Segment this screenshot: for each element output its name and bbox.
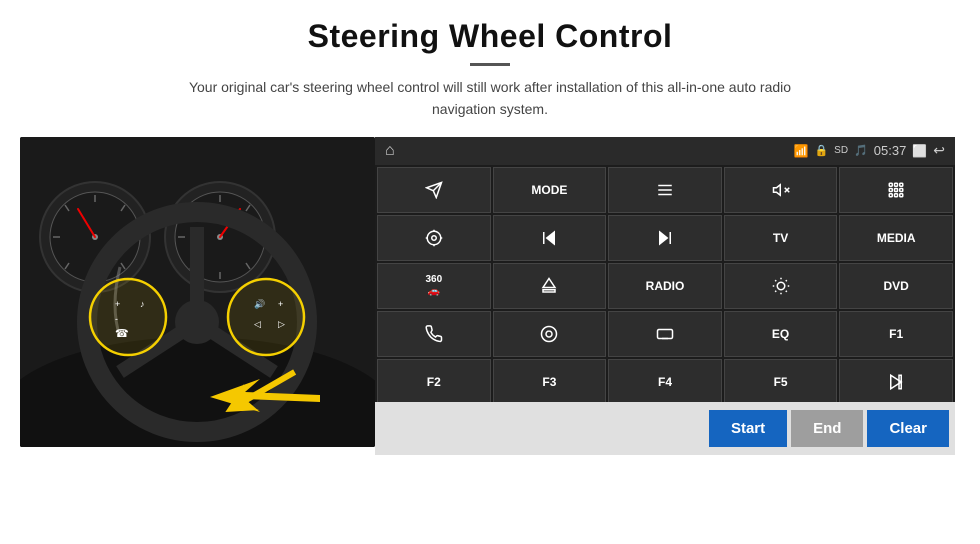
bt-icon: 🎵 (854, 144, 868, 157)
btn-brightness[interactable] (724, 263, 838, 309)
bottom-action-bar: Start End Clear (375, 402, 955, 455)
wifi-icon: 📶 (794, 144, 809, 158)
btn-tv[interactable]: TV (724, 215, 838, 261)
btn-eject[interactable] (493, 263, 607, 309)
btn-mode[interactable]: MODE (493, 167, 607, 213)
btn-f2[interactable]: F2 (377, 359, 491, 405)
content-area: + ♪ - ☎ 🔊 + ◁ ▷ ⌂ 📶 🔒 SD 🎵 05:3 (0, 137, 980, 455)
svg-text:▷: ▷ (278, 319, 285, 329)
btn-media[interactable]: MEDIA (839, 215, 953, 261)
subtitle: Your original car's steering wheel contr… (170, 76, 810, 121)
svg-text:◁: ◁ (254, 319, 261, 329)
svg-text:🔊: 🔊 (254, 298, 265, 310)
svg-text:♪: ♪ (140, 299, 145, 309)
btn-settings[interactable] (377, 215, 491, 261)
lock-icon: 🔒 (814, 144, 828, 157)
btn-eq[interactable]: EQ (724, 311, 838, 357)
sd-icon: SD (834, 145, 848, 156)
end-button[interactable]: End (791, 410, 863, 447)
btn-f3[interactable]: F3 (493, 359, 607, 405)
btn-radio[interactable]: RADIO (608, 263, 722, 309)
svg-text:+: + (115, 299, 120, 309)
btn-f4[interactable]: F4 (608, 359, 722, 405)
btn-list[interactable] (608, 167, 722, 213)
btn-f1[interactable]: F1 (839, 311, 953, 357)
btn-screen[interactable] (608, 311, 722, 357)
btn-next[interactable] (608, 215, 722, 261)
back-icon[interactable]: ↩ (933, 142, 945, 159)
btn-send[interactable] (377, 167, 491, 213)
page-title: Steering Wheel Control (0, 0, 980, 55)
status-time: 05:37 (874, 143, 907, 158)
btn-prev[interactable] (493, 215, 607, 261)
home-icon[interactable]: ⌂ (385, 142, 395, 160)
btn-mute[interactable] (724, 167, 838, 213)
svg-text:-: - (115, 314, 118, 324)
btn-phone[interactable] (377, 311, 491, 357)
window-icon[interactable]: ⬜ (912, 144, 927, 158)
btn-f5[interactable]: F5 (724, 359, 838, 405)
control-panel: ⌂ 📶 🔒 SD 🎵 05:37 ⬜ ↩ MODE (375, 137, 955, 455)
status-bar: ⌂ 📶 🔒 SD 🎵 05:37 ⬜ ↩ (375, 137, 955, 165)
car-image: + ♪ - ☎ 🔊 + ◁ ▷ (20, 137, 375, 447)
start-button[interactable]: Start (709, 410, 787, 447)
svg-text:☎: ☎ (115, 328, 129, 340)
btn-360[interactable]: 360🚗 (377, 263, 491, 309)
btn-spiral[interactable] (493, 311, 607, 357)
title-divider (470, 63, 510, 66)
svg-text:+: + (278, 299, 283, 309)
btn-dvd[interactable]: DVD (839, 263, 953, 309)
clear-button[interactable]: Clear (867, 410, 949, 447)
btn-playpause[interactable] (839, 359, 953, 405)
btn-apps[interactable] (839, 167, 953, 213)
